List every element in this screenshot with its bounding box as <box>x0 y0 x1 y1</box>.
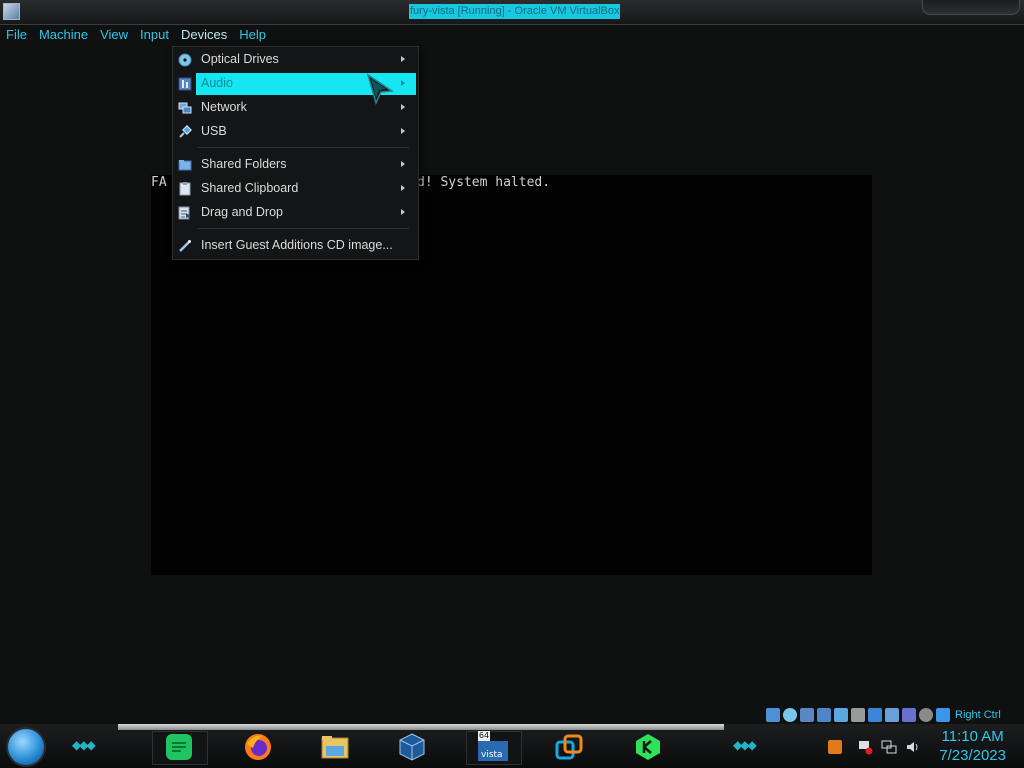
menu-item-label: Shared Folders <box>201 157 287 171</box>
menu-input[interactable]: Input <box>134 25 175 45</box>
menu-item-label: Network <box>201 100 247 114</box>
firefox-icon[interactable] <box>243 732 273 762</box>
menu-item-label: Drag and Drop <box>201 205 283 219</box>
taskbar-decor-icon: ◆◆◆ <box>72 738 96 752</box>
menu-item-usb[interactable]: USB <box>173 121 418 143</box>
vm-console-text-left: FA <box>151 175 167 190</box>
optical-disc-icon <box>178 53 192 67</box>
kick-icon[interactable] <box>633 732 663 762</box>
menu-separator <box>197 228 409 229</box>
vista-badge-bottom: vista <box>481 750 503 760</box>
window-title: fury-vista [Running] - Oracle VM Virtual… <box>409 4 621 19</box>
clock-time: 11:10 AM <box>941 728 1004 745</box>
menu-item-label: Insert Guest Additions CD image... <box>201 238 393 252</box>
menu-separator <box>197 147 409 148</box>
submenu-arrow-icon <box>401 56 405 62</box>
menu-item-label: Audio <box>201 76 233 90</box>
menu-devices[interactable]: Devices <box>175 25 233 45</box>
menu-item-insert-guest-additions[interactable]: Insert Guest Additions CD image... <box>173 235 418 257</box>
drag-drop-icon <box>178 206 191 220</box>
window-titlebar: fury-vista [Running] - Oracle VM Virtual… <box>0 0 1024 25</box>
cpu-status-icon[interactable] <box>902 708 916 722</box>
usb-status-icon[interactable] <box>834 708 848 722</box>
video-capture-status-icon[interactable] <box>885 708 899 722</box>
network-status-icon[interactable] <box>817 708 831 722</box>
shared-folders-status-icon[interactable] <box>851 708 865 722</box>
mouse-integration-icon[interactable] <box>919 708 933 722</box>
file-explorer-icon[interactable] <box>320 732 350 762</box>
menu-view[interactable]: View <box>94 25 134 45</box>
shared-folder-icon <box>178 160 192 171</box>
virtualbox-app-icon[interactable] <box>3 3 20 20</box>
menu-item-label: Optical Drives <box>201 52 279 66</box>
network-tray-icon[interactable] <box>881 739 897 755</box>
vista-vm-icon[interactable]: 64 vista <box>478 731 508 761</box>
taskbar-clock[interactable]: 11:10 AM 7/23/2023 <box>939 727 1006 765</box>
submenu-arrow-icon <box>401 185 405 191</box>
submenu-arrow-icon <box>401 128 405 134</box>
submenu-arrow-icon <box>401 161 405 167</box>
network-icon <box>178 102 192 114</box>
menu-item-shared-clipboard[interactable]: Shared Clipboard <box>173 178 418 200</box>
audio-status-icon[interactable] <box>800 708 814 722</box>
optical-drive-status-icon[interactable] <box>783 708 797 722</box>
mouse-cursor-icon <box>366 73 395 105</box>
submenu-arrow-icon <box>401 80 405 86</box>
audio-icon <box>178 77 192 91</box>
taskbar-decor-strip <box>118 724 724 730</box>
menubar: File Machine View Input Devices Help <box>0 25 272 45</box>
taskbar-decor-icon: ◆◆◆ <box>733 738 757 752</box>
vmware-icon[interactable] <box>555 732 585 762</box>
vm-console-text-right: d! System halted. <box>417 175 551 190</box>
submenu-arrow-icon <box>401 209 405 215</box>
vm-statusbar: Right Ctrl <box>766 706 1001 724</box>
window-controls[interactable] <box>922 0 1020 15</box>
chat-app-icon[interactable] <box>164 732 194 762</box>
hard-disk-icon[interactable] <box>766 708 780 722</box>
menu-help[interactable]: Help <box>233 25 272 45</box>
volume-icon[interactable] <box>905 739 921 755</box>
menu-item-label: Shared Clipboard <box>201 181 299 195</box>
guest-additions-icon <box>179 240 191 252</box>
app-tray-icon[interactable] <box>827 739 843 755</box>
menu-machine[interactable]: Machine <box>33 25 94 45</box>
vista-badge-top: 64 <box>478 731 490 741</box>
start-button[interactable] <box>8 729 44 765</box>
menu-item-label: USB <box>201 124 227 138</box>
clipboard-icon <box>179 182 191 196</box>
usb-icon <box>179 125 192 138</box>
submenu-arrow-icon <box>401 104 405 110</box>
clock-date: 7/23/2023 <box>939 747 1006 764</box>
flag-alert-icon[interactable] <box>857 739 873 755</box>
menu-item-shared-folders[interactable]: Shared Folders <box>173 154 418 176</box>
menu-item-optical-drives[interactable]: Optical Drives <box>173 49 418 71</box>
display-status-icon[interactable] <box>868 708 882 722</box>
keyboard-capture-icon[interactable] <box>936 708 950 722</box>
menu-file[interactable]: File <box>0 25 33 45</box>
menu-item-drag-and-drop[interactable]: Drag and Drop <box>173 202 418 224</box>
host-key-label: Right Ctrl <box>955 709 1001 721</box>
virtualbox-icon[interactable] <box>397 732 427 762</box>
